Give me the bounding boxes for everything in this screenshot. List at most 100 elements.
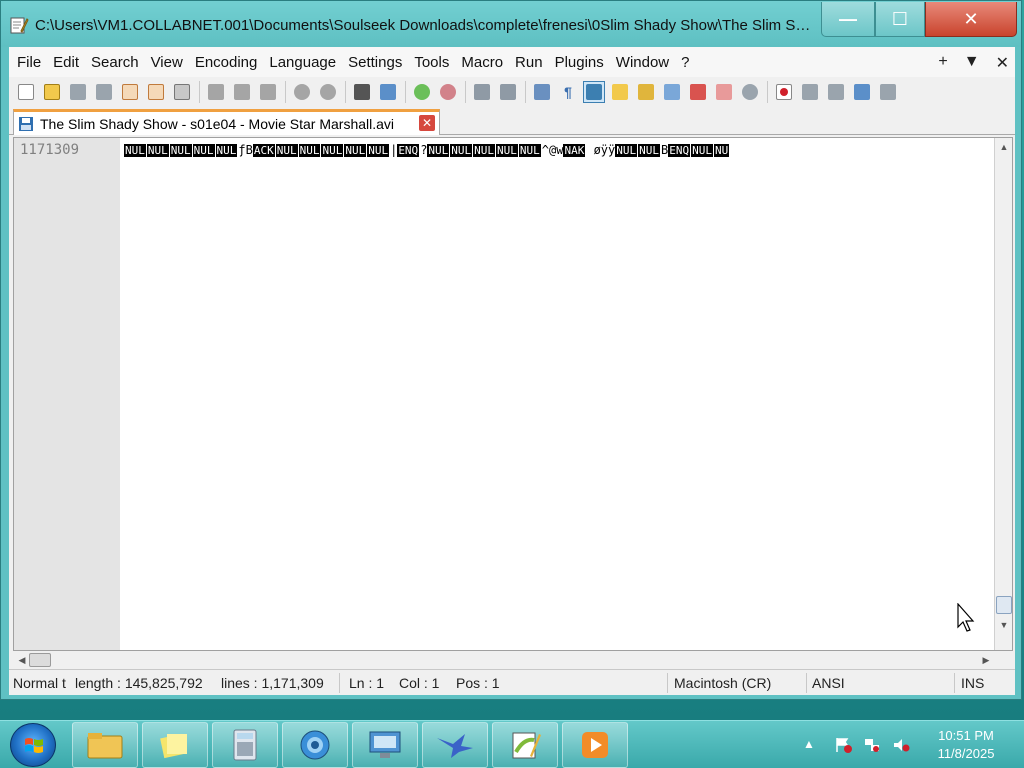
start-button[interactable]: [10, 723, 56, 767]
menu-language[interactable]: Language: [265, 54, 344, 71]
status-divider: [339, 673, 340, 693]
title-bar[interactable]: C:\Users\VM1.COLLABNET.001\Documents\Sou…: [1, 1, 1021, 47]
taskbar-notepadpp[interactable]: [492, 722, 558, 768]
menu-run[interactable]: Run: [511, 54, 551, 71]
zoom-in-button[interactable]: [411, 81, 433, 103]
menu-encoding[interactable]: Encoding: [191, 54, 266, 71]
print-button[interactable]: [171, 81, 193, 103]
sync-horizontal-button[interactable]: [497, 81, 519, 103]
editor-text-line[interactable]: NUL NUL NUL NUL NUL ƒBACK NUL NUL NUL NUL NUL |ENQ?…: [124, 142, 990, 162]
open-file-button[interactable]: [41, 81, 63, 103]
udl-button[interactable]: [609, 81, 631, 103]
tab-list-icon[interactable]: ▼: [964, 53, 980, 73]
play-macro-button[interactable]: [825, 81, 847, 103]
control-char-token: NUL: [215, 144, 238, 157]
menu-tools[interactable]: Tools: [410, 54, 457, 71]
menu-search[interactable]: Search: [87, 54, 147, 71]
sync-vertical-icon: [474, 84, 490, 100]
editor-pane[interactable]: 1171309 NUL NUL NUL NUL NUL ƒBACK NUL NUL NUL NUL…: [13, 137, 1013, 651]
menu-settings[interactable]: Settings: [344, 54, 410, 71]
word-wrap-button[interactable]: [531, 81, 553, 103]
function-list-button[interactable]: [687, 81, 709, 103]
indent-guide-button[interactable]: [583, 81, 605, 103]
status-eol-format[interactable]: Macintosh (CR): [674, 675, 771, 691]
menu-plugins[interactable]: Plugins: [551, 54, 612, 71]
close-button[interactable]: ✕: [925, 2, 1017, 37]
new-tab-icon[interactable]: +: [938, 53, 947, 73]
horizontal-scrollbar[interactable]: ◀ ▶: [13, 651, 995, 669]
vertical-scrollbar[interactable]: ▲ ▼: [994, 138, 1012, 650]
doc-map-button[interactable]: [635, 81, 657, 103]
menu-macro[interactable]: Macro: [457, 54, 511, 71]
minimize-button[interactable]: —: [821, 2, 875, 37]
status-insert-mode[interactable]: INS: [961, 675, 984, 691]
close-doc-icon[interactable]: ✕: [996, 53, 1009, 73]
status-encoding[interactable]: ANSI: [812, 675, 845, 691]
doc-list-button[interactable]: [661, 81, 683, 103]
tab-bar: The Slim Shady Show - s01e04 - Movie Sta…: [9, 107, 1015, 135]
vertical-scroll-thumb[interactable]: [996, 596, 1012, 614]
show-hidden-icons-icon[interactable]: ▲: [803, 737, 821, 753]
save-all-icon: [96, 84, 112, 100]
menu-edit[interactable]: Edit: [49, 54, 87, 71]
notepadpp-window: C:\Users\VM1.COLLABNET.001\Documents\Sou…: [0, 0, 1022, 700]
scroll-down-icon[interactable]: ▼: [995, 616, 1013, 634]
menu-file[interactable]: File: [13, 54, 49, 71]
taskbar-calculator[interactable]: [212, 722, 278, 768]
menu-help[interactable]: ?: [677, 54, 697, 71]
status-column: Col : 1: [399, 675, 440, 691]
run-macro-multiple-button[interactable]: [851, 81, 873, 103]
replace-button[interactable]: [377, 81, 399, 103]
network-icon[interactable]: [863, 737, 881, 753]
system-clock[interactable]: 10:51 PM 11/8/2025: [924, 727, 1008, 763]
maximize-button[interactable]: ☐: [875, 2, 925, 37]
find-button[interactable]: [351, 81, 373, 103]
folder-workspace-button[interactable]: [713, 81, 735, 103]
toolbar-separator: [405, 81, 406, 103]
control-char-token: NUL: [146, 144, 169, 157]
volume-muted-icon[interactable]: [893, 737, 911, 753]
remote-desktop-icon: [369, 731, 401, 758]
monitoring-button[interactable]: [739, 81, 761, 103]
show-all-chars-button[interactable]: ¶: [557, 81, 579, 103]
status-bar: Normal t length : 145,825,792 lines : 1,…: [9, 669, 1015, 695]
close-file-button[interactable]: [119, 81, 141, 103]
save-button[interactable]: [67, 81, 89, 103]
zoom-out-button[interactable]: [437, 81, 459, 103]
save-all-button[interactable]: [93, 81, 115, 103]
close-file-icon: [122, 84, 138, 100]
document-tab[interactable]: The Slim Shady Show - s01e04 - Movie Sta…: [13, 109, 440, 135]
tab-close-icon[interactable]: ✕: [419, 115, 435, 131]
control-char-token: NUL: [691, 144, 713, 157]
taskbar-browser[interactable]: [282, 722, 348, 768]
save-icon: [70, 84, 86, 100]
redo-button[interactable]: [317, 81, 339, 103]
save-macro-button[interactable]: [877, 81, 899, 103]
scroll-up-icon[interactable]: ▲: [995, 138, 1013, 156]
browser-globe-icon: [300, 730, 330, 760]
undo-button[interactable]: [291, 81, 313, 103]
menu-window[interactable]: Window: [612, 54, 677, 71]
close-all-button[interactable]: [145, 81, 167, 103]
control-char-token: NUL: [496, 144, 518, 157]
paste-button[interactable]: [257, 81, 279, 103]
taskbar-sticky-notes[interactable]: [142, 722, 208, 768]
cut-button[interactable]: [205, 81, 227, 103]
action-center-flag-icon[interactable]: [835, 737, 853, 753]
sync-vertical-button[interactable]: [471, 81, 493, 103]
menu-view[interactable]: View: [147, 54, 191, 71]
toolbar-separator: [767, 81, 768, 103]
close-icon: ✕: [963, 8, 979, 29]
scroll-right-icon[interactable]: ▶: [977, 651, 995, 669]
record-macro-button[interactable]: [773, 81, 795, 103]
taskbar-explorer[interactable]: [72, 722, 138, 768]
taskbar-remote-desktop[interactable]: [352, 722, 418, 768]
taskbar-soulseek[interactable]: [422, 722, 488, 768]
new-file-button[interactable]: [15, 81, 37, 103]
taskbar-media-player[interactable]: [562, 722, 628, 768]
function-list-icon: [690, 84, 706, 100]
copy-button[interactable]: [231, 81, 253, 103]
stop-macro-button[interactable]: [799, 81, 821, 103]
horizontal-scroll-thumb[interactable]: [29, 653, 51, 667]
status-line: Ln : 1: [349, 675, 385, 691]
